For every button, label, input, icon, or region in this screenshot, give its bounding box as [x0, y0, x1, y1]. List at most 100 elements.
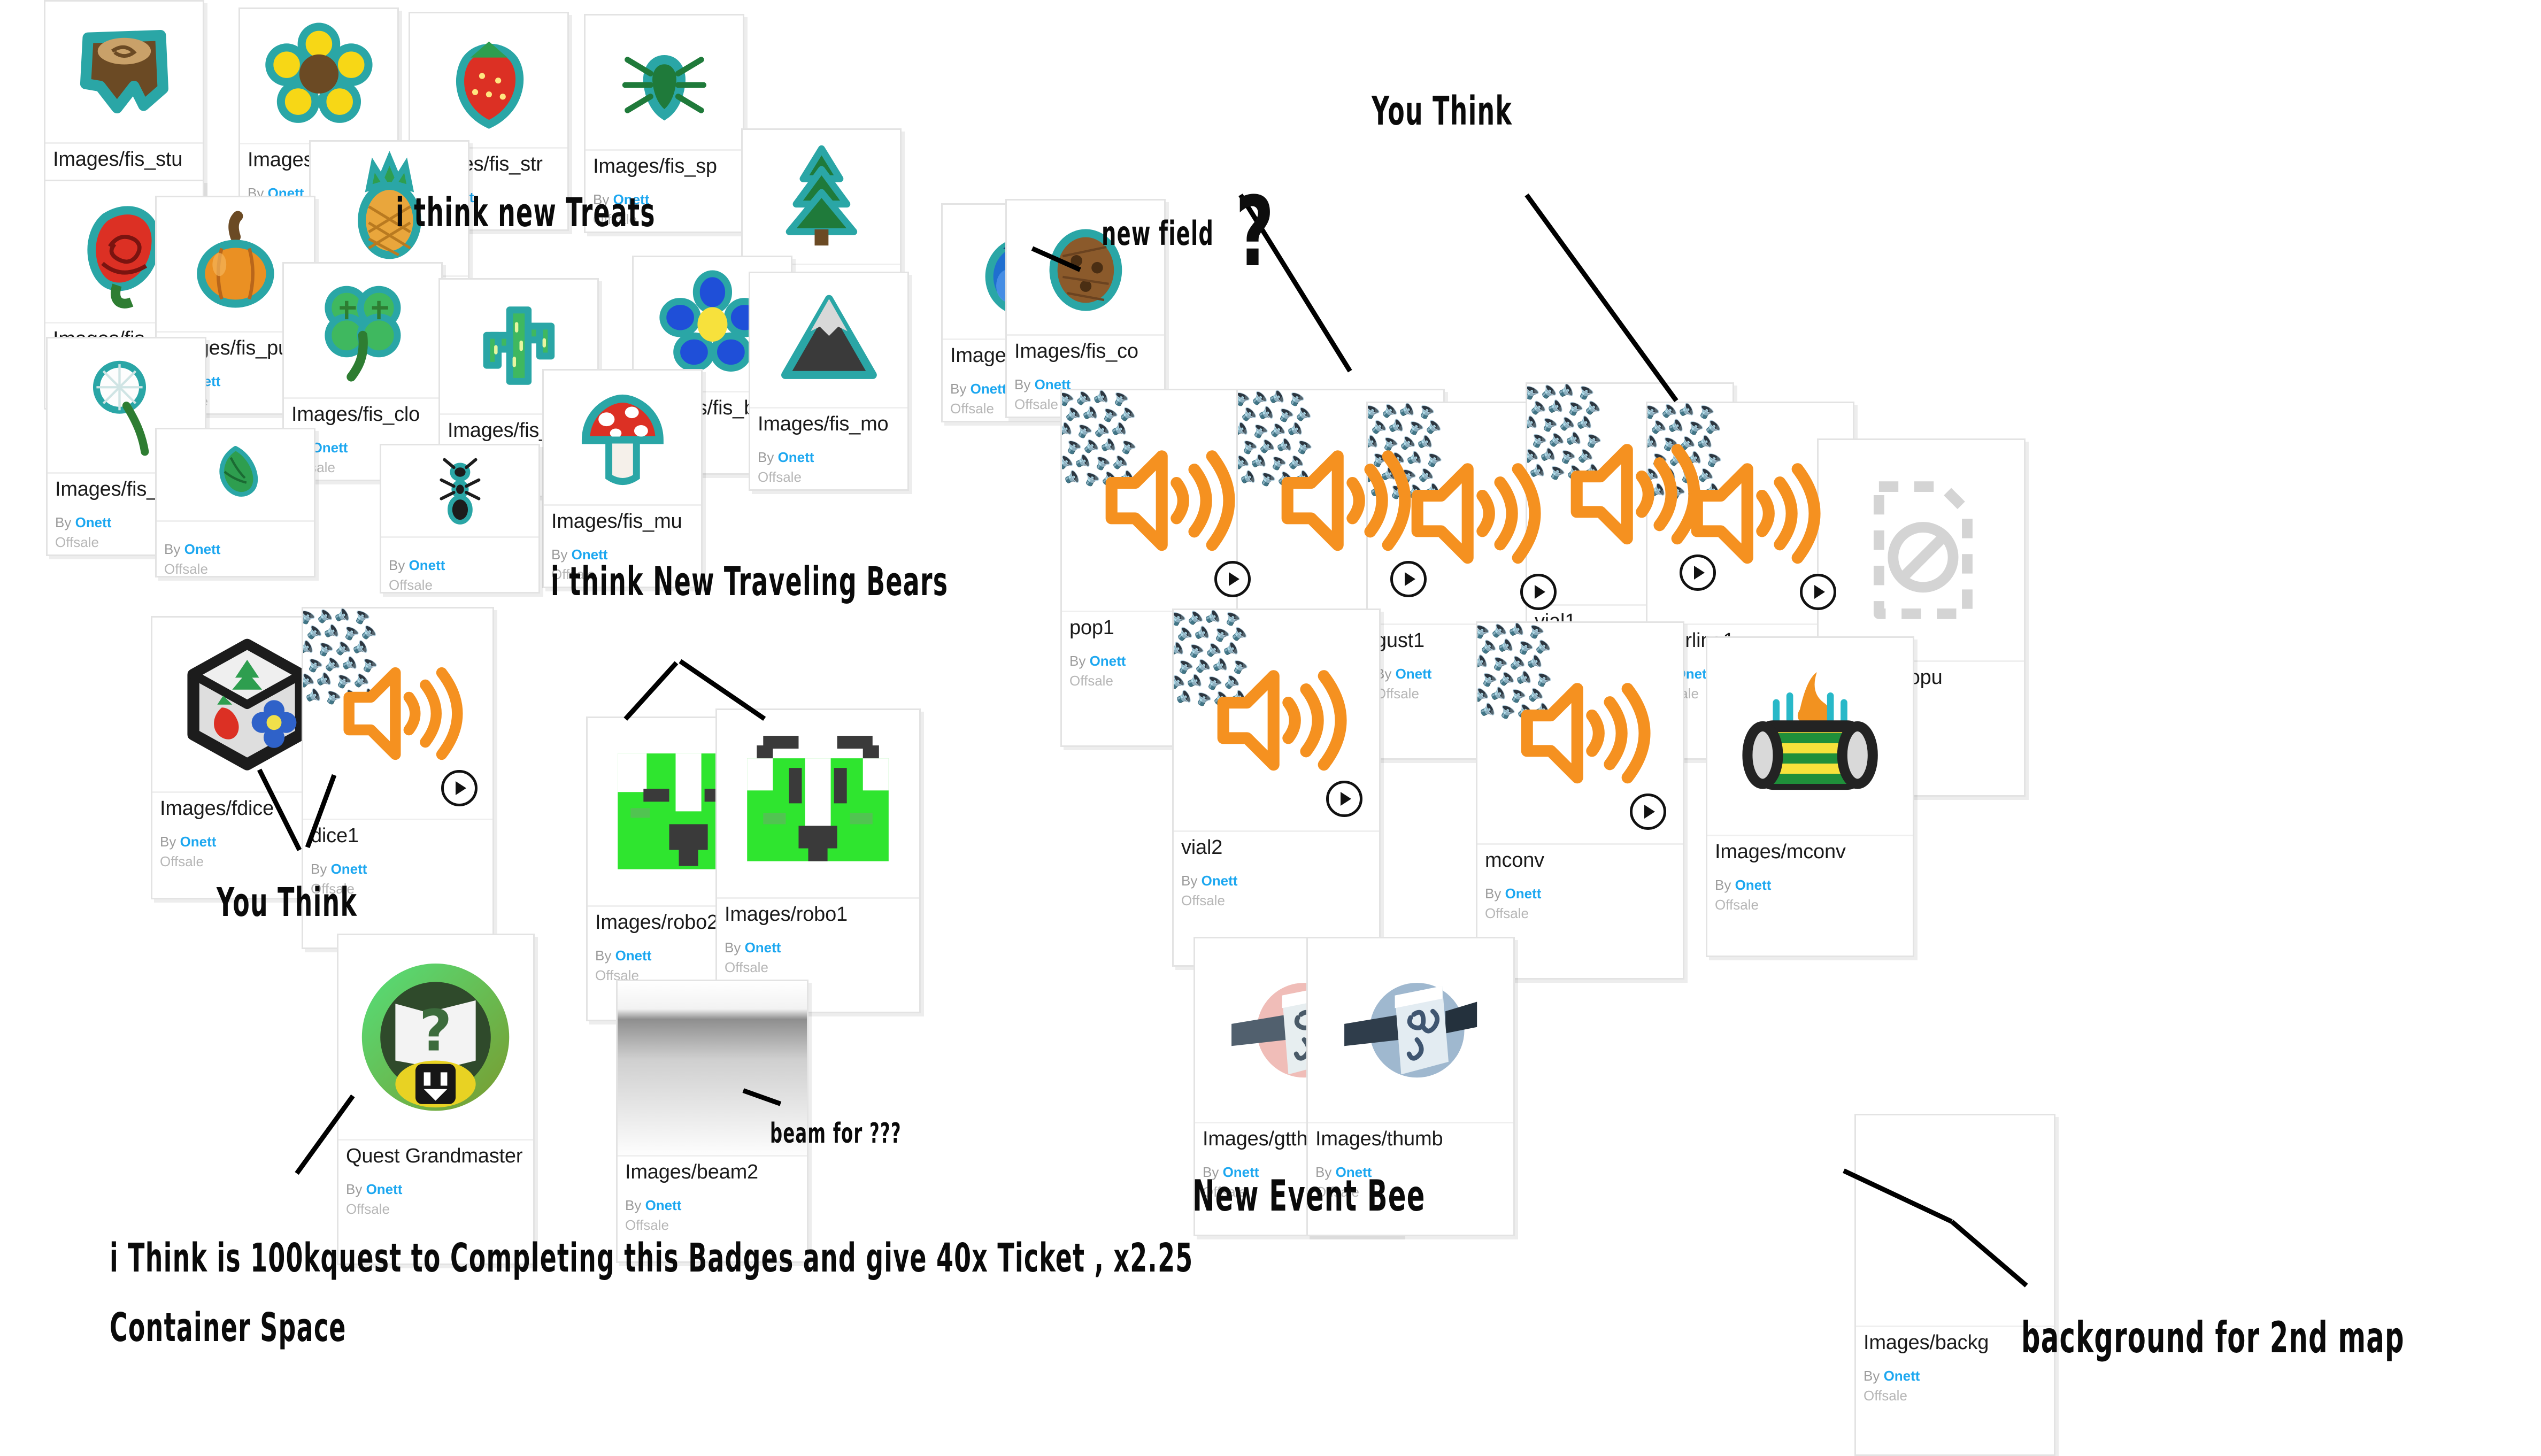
- creator-name-link[interactable]: Onett: [75, 514, 112, 530]
- creator-name-link[interactable]: Onett: [331, 861, 367, 877]
- asset-status-badge: Offsale: [625, 1216, 669, 1233]
- asset-thumbnail-fis_sunflower: [240, 9, 397, 145]
- creator-name-link[interactable]: Onett: [971, 381, 1007, 397]
- asset-creator[interactable]: By Onett: [346, 1181, 526, 1198]
- creator-name-link[interactable]: Onett: [1396, 666, 1432, 682]
- asset-status-badge: Offsale: [164, 560, 208, 577]
- creator-label: By: [725, 939, 741, 956]
- asset-meta: Quest Grandmaster By Onett Offsale: [338, 1141, 533, 1218]
- asset-creator[interactable]: By Onett: [1181, 873, 1372, 889]
- asset-creator[interactable]: By Onett: [625, 1197, 799, 1214]
- asset-title: mconv: [1485, 849, 1544, 872]
- creator-label: By: [389, 557, 405, 573]
- clover-icon: [295, 273, 430, 388]
- creator-name-link[interactable]: Onett: [180, 834, 217, 850]
- speaker-icon: [1267, 421, 1414, 580]
- screenshot-canvas: Images/fis_stu By Onett Offsale Images/fis_…: [0, 0, 2541, 1456]
- asset-creator[interactable]: By Onett: [725, 939, 912, 956]
- asset-title: Images/beam2: [625, 1160, 758, 1183]
- asset-card-fis_mountain[interactable]: Images/fis_mo By Onett Offsale: [749, 272, 909, 491]
- creator-name-link[interactable]: Onett: [1735, 877, 1772, 893]
- creator-name-link[interactable]: Onett: [1090, 653, 1126, 669]
- annotation-line-s-bears-l: [623, 661, 679, 721]
- asset-card-fis_bamboo[interactable]: By Onett Offsale: [155, 428, 315, 577]
- asset-card-fis_ant[interactable]: By Onett Offsale: [380, 444, 540, 594]
- asset-creator[interactable]: By Onett: [1715, 877, 1905, 893]
- svg-text:?: ?: [419, 998, 452, 1064]
- creator-label: By: [1069, 652, 1086, 669]
- annotation-text-ann-new-field: new field: [1102, 214, 1214, 253]
- asset-thumbnail-fis_strawberry: [410, 13, 567, 149]
- annotation-text-ann-treats: i think new Treats: [396, 190, 656, 236]
- asset-card-quest_gm[interactable]: ? Quest Grandmaster By Onett Offsale: [337, 934, 535, 1265]
- asset-thumbnail-pop1: 🔈🔈🔈🔈🔈🔈🔈🔈🔈🔈🔈🔈🔈🔈🔈🔈🔈🔈🔈🔈🔈🔈🔈🔈: [1062, 390, 1267, 612]
- play-button[interactable]: [441, 769, 478, 806]
- broken-icon: [1833, 456, 2009, 645]
- bamboo-icon: [168, 436, 303, 514]
- asset-creator[interactable]: By Onett: [311, 861, 485, 877]
- asset-thumbnail-fis_ant: [381, 445, 538, 538]
- play-button[interactable]: [1214, 560, 1251, 597]
- creator-name-link[interactable]: Onett: [615, 947, 652, 964]
- asset-title: Images/fis_co: [1014, 340, 1138, 363]
- asset-creator[interactable]: By Onett: [389, 557, 531, 574]
- creator-name-link[interactable]: Onett: [409, 557, 445, 573]
- asset-card-mconv[interactable]: 🔈🔈🔈🔈🔈🔈🔈🔈🔈🔈🔈🔈🔈🔈🔈🔈🔈🔈🔈🔈🔈🔈🔈🔈 mconv By Onett Off…: [1476, 621, 1684, 980]
- asset-thumbnail-robo1: [717, 710, 919, 899]
- annotation-text-ann-bears: i think New Traveling Bears: [551, 559, 949, 605]
- creator-name-link[interactable]: Onett: [366, 1181, 403, 1197]
- play-button[interactable]: [1800, 573, 1837, 610]
- annotation-question-mark: ?: [1235, 176, 1275, 288]
- asset-creator[interactable]: By Onett: [164, 541, 306, 558]
- annotation-line-s-youthink-r: [1524, 193, 1678, 403]
- creator-label: By: [1014, 376, 1031, 393]
- asset-card-fis_mushroom[interactable]: Images/fis_mu By Onett Offsale: [542, 369, 703, 588]
- creator-name-link[interactable]: Onett: [312, 440, 348, 456]
- play-button[interactable]: [1326, 780, 1363, 817]
- asset-thumbnail-fis_mountain: [750, 273, 907, 409]
- creator-name-link[interactable]: Onett: [745, 939, 781, 956]
- creator-name-link[interactable]: Onett: [1202, 873, 1238, 889]
- smoker-icon: [1722, 652, 1898, 821]
- creator-label: By: [164, 541, 181, 557]
- annotation-text-ann-beam: beam for ???: [770, 1118, 902, 1150]
- play-button[interactable]: [1680, 554, 1716, 591]
- play-button[interactable]: [1390, 560, 1427, 597]
- annotation-text-ann-quest-line2: Container Space: [110, 1305, 346, 1351]
- speaker-icon: [1203, 641, 1350, 799]
- creator-name-link[interactable]: Onett: [1884, 1368, 1920, 1384]
- asset-card-mconv_img[interactable]: Images/mconv By Onett Offsale: [1706, 636, 1914, 957]
- robo1-icon: [731, 723, 905, 884]
- annotation-text-ann-quest-line1: i Think is 100kquest to Completing this …: [110, 1235, 1194, 1281]
- thumb_blue-icon: [1322, 951, 1499, 1109]
- asset-status-badge: Offsale: [389, 576, 433, 593]
- creator-label: By: [1181, 872, 1198, 889]
- creator-label: By: [625, 1197, 642, 1213]
- asset-meta: Images/fis_mo By Onett Offsale: [750, 409, 907, 486]
- asset-meta: mconv By Onett Offsale: [1477, 845, 1683, 922]
- creator-label: By: [595, 947, 612, 964]
- play-button[interactable]: [1520, 573, 1557, 610]
- play-button[interactable]: [1630, 793, 1667, 830]
- creator-label: By: [1864, 1367, 1880, 1384]
- asset-thumbnail-fis_mushroom: [544, 371, 701, 506]
- asset-title: Images/fis_mo: [758, 413, 889, 436]
- asset-thumbnail-fis_stump: [45, 2, 203, 144]
- creator-name-link[interactable]: Onett: [645, 1197, 682, 1213]
- creator-label: By: [55, 514, 72, 531]
- asset-meta: Images/beam2 By Onett Offsale: [618, 1157, 807, 1234]
- asset-creator[interactable]: By Onett: [1864, 1368, 2046, 1384]
- asset-creator[interactable]: By Onett: [758, 449, 900, 466]
- asset-creator[interactable]: By Onett: [1485, 885, 1675, 902]
- creator-name-link[interactable]: Onett: [184, 541, 221, 557]
- asset-status-badge: Offsale: [1864, 1387, 1907, 1404]
- asset-status-badge: Offsale: [1485, 905, 1529, 921]
- asset-title: Images/thumb: [1315, 1128, 1443, 1151]
- asset-title: Images/fis_sp: [593, 155, 717, 178]
- creator-name-link[interactable]: Onett: [778, 449, 814, 465]
- asset-meta: By Onett Offsale: [381, 538, 538, 593]
- creator-name-link[interactable]: Onett: [1505, 885, 1542, 902]
- asset-card-robo1[interactable]: Images/robo1 By Onett Offsale: [715, 708, 921, 1013]
- asset-title: Images/fis_stu: [53, 148, 183, 171]
- asset-card-vial2[interactable]: 🔈🔈🔈🔈🔈🔈🔈🔈🔈🔈🔈🔈🔈🔈🔈🔈🔈🔈🔈🔈🔈🔈🔈🔈 vial2 By Onett Off…: [1172, 608, 1381, 967]
